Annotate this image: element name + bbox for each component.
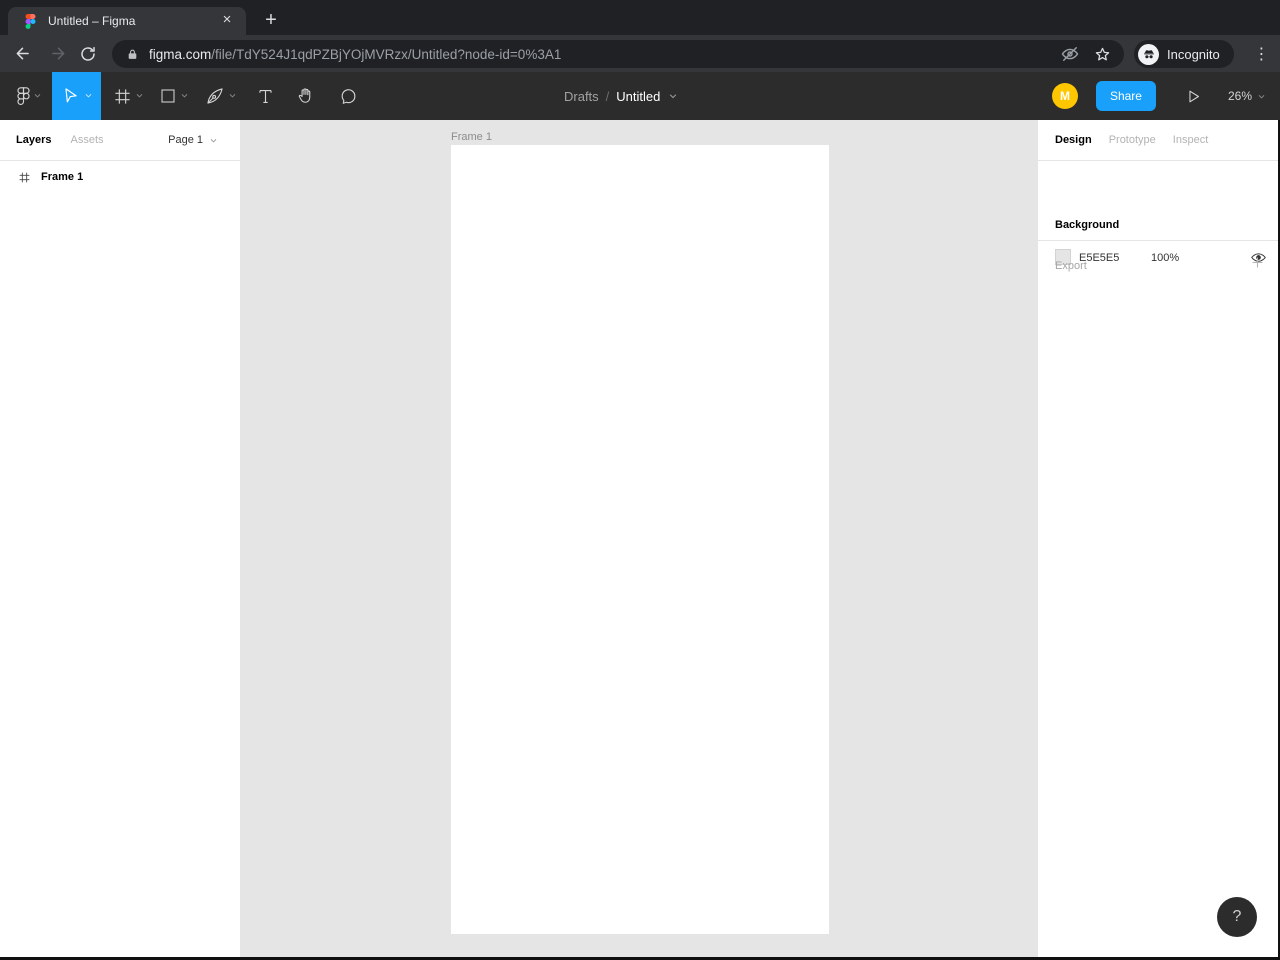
incognito-badge: Incognito: [1134, 40, 1234, 68]
background-opacity-value[interactable]: 100%: [1151, 252, 1179, 264]
url-domain: figma.com: [149, 46, 212, 62]
page-selector-label: Page 1: [168, 134, 203, 146]
browser-navbar: figma.com/file/TdY524J1qdPZBjYOjMVRzx/Un…: [0, 35, 1280, 72]
zoom-control[interactable]: 26%: [1228, 89, 1266, 103]
chevron-down-icon: [135, 87, 144, 105]
figma-favicon-icon: [23, 13, 38, 29]
lock-icon: [126, 47, 139, 62]
add-export-plus-icon[interactable]: [1249, 254, 1266, 276]
rectangle-tool-icon: [159, 87, 177, 105]
avatar[interactable]: M: [1051, 83, 1078, 109]
tab-title: Untitled – Figma: [48, 14, 136, 28]
eye-hidden-icon[interactable]: [1058, 42, 1082, 66]
zoom-level: 26%: [1227, 89, 1252, 103]
tab-layers[interactable]: Layers: [16, 134, 51, 146]
incognito-icon: [1138, 43, 1159, 65]
breadcrumb: Drafts / Untitled: [564, 72, 678, 120]
hand-tool-button[interactable]: [285, 72, 327, 120]
layers-panel: Layers Assets Page 1 Frame 1: [0, 120, 240, 960]
frame-tool-icon: [113, 87, 132, 106]
present-play-icon[interactable]: [1178, 88, 1210, 105]
chevron-down-icon[interactable]: [668, 91, 678, 101]
tab-prototype[interactable]: Prototype: [1109, 134, 1156, 146]
new-tab-button[interactable]: +: [258, 8, 284, 34]
chevron-down-icon: [228, 87, 237, 105]
chevron-down-icon: [33, 87, 42, 105]
layer-item-frame-1[interactable]: Frame 1: [0, 161, 240, 193]
browser-menu-icon[interactable]: ⋮: [1248, 40, 1275, 67]
frame-tool-button[interactable]: [105, 72, 151, 120]
tab-inspect[interactable]: Inspect: [1173, 134, 1208, 146]
chevron-down-icon: [1257, 92, 1266, 101]
share-button[interactable]: Share: [1095, 81, 1156, 111]
reload-icon[interactable]: [74, 40, 101, 67]
tab-design[interactable]: Design: [1055, 134, 1092, 146]
chevron-down-icon: [209, 136, 218, 145]
move-tool-button[interactable]: [52, 72, 101, 120]
help-button[interactable]: ?: [1217, 897, 1257, 937]
background-section: Background E5E5E5 100%: [1038, 161, 1280, 265]
canvas[interactable]: Frame 1: [240, 120, 1038, 960]
incognito-label: Incognito: [1167, 46, 1220, 62]
url-text: figma.com/file/TdY524J1qdPZBjYOjMVRzx/Un…: [149, 47, 1050, 62]
browser-tab-strip: Untitled – Figma × +: [0, 0, 1280, 35]
toolbar-right-group: M Share 26%: [1051, 72, 1266, 120]
comment-tool-button[interactable]: [327, 72, 369, 120]
shape-tool-button[interactable]: [151, 72, 197, 120]
canvas-frame[interactable]: [451, 145, 829, 934]
canvas-frame-label[interactable]: Frame 1: [451, 131, 492, 143]
text-tool-icon: [256, 87, 275, 106]
tab-assets[interactable]: Assets: [70, 134, 103, 146]
chevron-down-icon: [180, 87, 189, 105]
text-tool-button[interactable]: [245, 72, 285, 120]
properties-panel-tabs: Design Prototype Inspect: [1038, 120, 1280, 161]
chevron-down-icon: [84, 87, 93, 105]
properties-panel: Design Prototype Inspect Background E5E5…: [1038, 120, 1280, 960]
layer-name: Frame 1: [41, 171, 84, 183]
move-cursor-icon: [61, 86, 81, 106]
pen-tool-button[interactable]: [197, 72, 245, 120]
browser-tab[interactable]: Untitled – Figma ×: [8, 7, 246, 35]
forward-icon[interactable]: [45, 40, 72, 67]
address-bar[interactable]: figma.com/file/TdY524J1qdPZBjYOjMVRzx/Un…: [112, 40, 1124, 68]
figma-logo-icon: [16, 86, 30, 106]
layers-panel-header: Layers Assets Page 1: [0, 120, 240, 161]
hand-tool-icon: [296, 86, 316, 106]
frame-layer-icon: [19, 172, 30, 182]
export-section-title: Export: [1055, 260, 1087, 272]
close-icon[interactable]: ×: [218, 12, 236, 30]
background-section-title: Background: [1055, 219, 1120, 231]
bookmark-star-icon[interactable]: [1090, 42, 1114, 66]
breadcrumb-separator: /: [605, 88, 610, 104]
page-selector[interactable]: Page 1: [168, 134, 218, 146]
pen-tool-icon: [205, 86, 225, 106]
url-path: /file/TdY524J1qdPZBjYOjMVRzx/Untitled?no…: [211, 46, 562, 62]
breadcrumb-drafts[interactable]: Drafts: [564, 89, 599, 104]
back-icon[interactable]: [9, 40, 36, 67]
file-name[interactable]: Untitled: [616, 89, 660, 104]
main-menu-button[interactable]: [0, 72, 52, 120]
comment-bubble-icon: [339, 87, 358, 106]
